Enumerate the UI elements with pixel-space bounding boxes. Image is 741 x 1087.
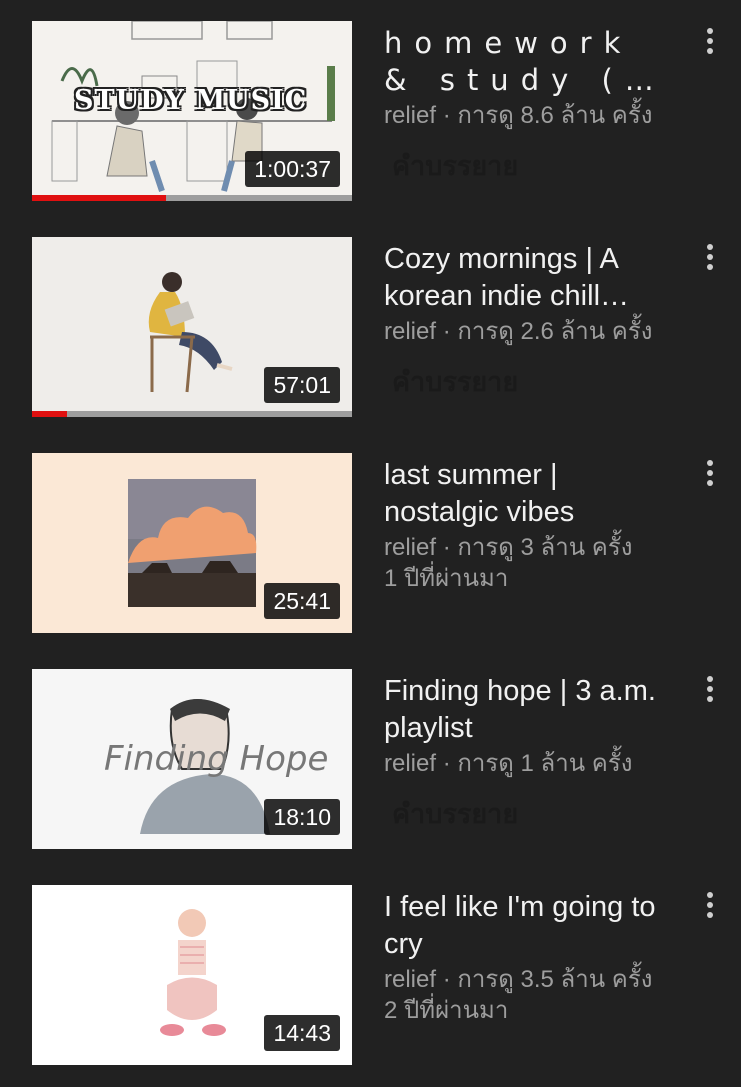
more-vert-icon[interactable] xyxy=(696,21,724,61)
video-meta: relief · การดู 2.6 ล้าน ครั้ง xyxy=(384,318,653,345)
thumbnail-caption: Finding Hope xyxy=(104,739,329,779)
video-thumbnail[interactable]: Finding Hope 18:10 xyxy=(32,669,352,849)
video-title-line-2: & study (… xyxy=(384,63,666,97)
video-item[interactable]: Finding Hope 18:10 Finding hope | 3 a.m.… xyxy=(0,669,741,869)
duration-badge: 57:01 xyxy=(264,367,340,403)
video-item[interactable]: STUDY MUSIC 1:00:37 homework & study (… … xyxy=(0,21,741,221)
duration-badge: 14:43 xyxy=(264,1015,340,1051)
video-list: STUDY MUSIC 1:00:37 homework & study (… … xyxy=(0,0,741,1087)
video-meta: relief · การดู 1 ล้าน ครั้ง xyxy=(384,750,633,777)
video-thumbnail[interactable]: 14:43 xyxy=(32,885,352,1065)
thumbnail-caption: STUDY MUSIC xyxy=(74,85,308,116)
video-subtitle-label: คำบรรยาย xyxy=(392,367,519,397)
video-thumbnail[interactable]: 25:41 xyxy=(32,453,352,633)
video-item[interactable]: 57:01 Cozy mornings | A korean indie chi… xyxy=(0,237,741,437)
video-age: 1 ปีที่ผ่านมา xyxy=(384,565,509,592)
video-subtitle-label: คำบรรยาย xyxy=(392,151,519,181)
video-meta: relief · การดู 3.5 ล้าน ครั้ง xyxy=(384,966,653,993)
video-title[interactable]: Cozy mornings | A korean indie chill… xyxy=(384,241,669,315)
video-title[interactable]: homework & study (… xyxy=(384,25,669,99)
duration-badge: 25:41 xyxy=(264,583,340,619)
video-item[interactable]: 25:41 last summer | nostalgic vibes reli… xyxy=(0,453,741,653)
video-thumbnail[interactable]: 57:01 xyxy=(32,237,352,417)
duration-badge: 1:00:37 xyxy=(245,151,340,187)
video-meta: relief · การดู 8.6 ล้าน ครั้ง xyxy=(384,102,653,129)
watch-progress-fill xyxy=(32,411,68,417)
more-vert-icon[interactable] xyxy=(696,885,724,925)
watch-progress xyxy=(32,411,352,417)
video-title[interactable]: Finding hope | 3 a.m. playlist xyxy=(384,673,669,747)
video-age: 2 ปีที่ผ่านมา xyxy=(384,997,509,1024)
video-title[interactable]: last summer | nostalgic vibes xyxy=(384,457,669,531)
more-vert-icon[interactable] xyxy=(696,669,724,709)
duration-badge: 18:10 xyxy=(264,799,340,835)
more-vert-icon[interactable] xyxy=(696,453,724,493)
video-subtitle-label: คำบรรยาย xyxy=(392,799,519,829)
video-thumbnail[interactable]: STUDY MUSIC 1:00:37 xyxy=(32,21,352,201)
watch-progress xyxy=(32,195,352,201)
video-item[interactable]: 14:43 I feel like I'm going to cry relie… xyxy=(0,885,741,1085)
video-meta: relief · การดู 3 ล้าน ครั้ง xyxy=(384,534,633,561)
watch-progress-fill xyxy=(32,195,167,201)
video-title-line-1: homework xyxy=(384,26,633,60)
more-vert-icon[interactable] xyxy=(696,237,724,277)
video-title[interactable]: I feel like I'm going to cry xyxy=(384,889,669,963)
